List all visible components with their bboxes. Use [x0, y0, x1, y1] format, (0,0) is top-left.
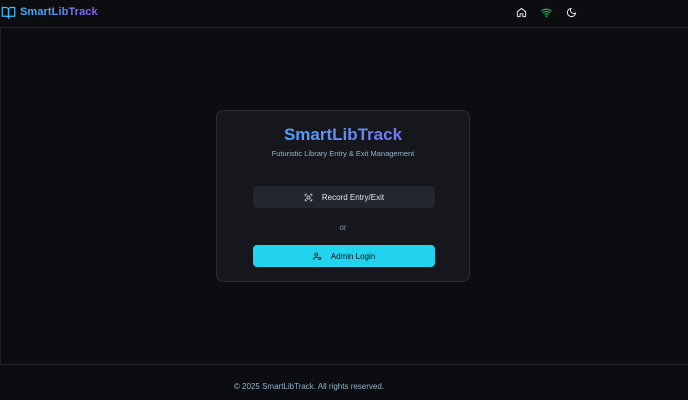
moon-icon[interactable] — [566, 7, 577, 18]
wifi-icon[interactable] — [541, 7, 552, 18]
top-header: SmartLibTrack — [0, 0, 688, 28]
scan-icon — [304, 193, 313, 202]
footer-copyright: © 2025 SmartLibTrack. All rights reserve… — [233, 382, 385, 391]
record-entry-exit-button[interactable]: Record Entry/Exit — [253, 186, 435, 208]
or-divider-label: or — [339, 223, 347, 232]
card-title: SmartLibTrack — [217, 125, 469, 145]
app-page: SmartLibTrack SmartLibTrack Futuristic L… — [0, 0, 688, 400]
header-nav — [516, 5, 577, 19]
admin-button-label: Admin Login — [330, 251, 376, 261]
user-cog-icon — [313, 252, 322, 261]
brand-name: SmartLibTrack — [20, 6, 98, 18]
admin-login-button[interactable]: Admin Login — [253, 245, 435, 267]
welcome-card: SmartLibTrack Futuristic Library Entry &… — [216, 110, 470, 282]
book-open-icon — [1, 5, 16, 20]
main-divider — [0, 28, 1, 364]
record-button-label: Record Entry/Exit — [321, 192, 385, 202]
home-icon[interactable] — [516, 7, 527, 18]
card-subtitle: Futuristic Library Entry & Exit Manageme… — [271, 149, 415, 158]
footer-divider — [0, 364, 688, 365]
brand-logo-link[interactable]: SmartLibTrack — [1, 4, 98, 20]
